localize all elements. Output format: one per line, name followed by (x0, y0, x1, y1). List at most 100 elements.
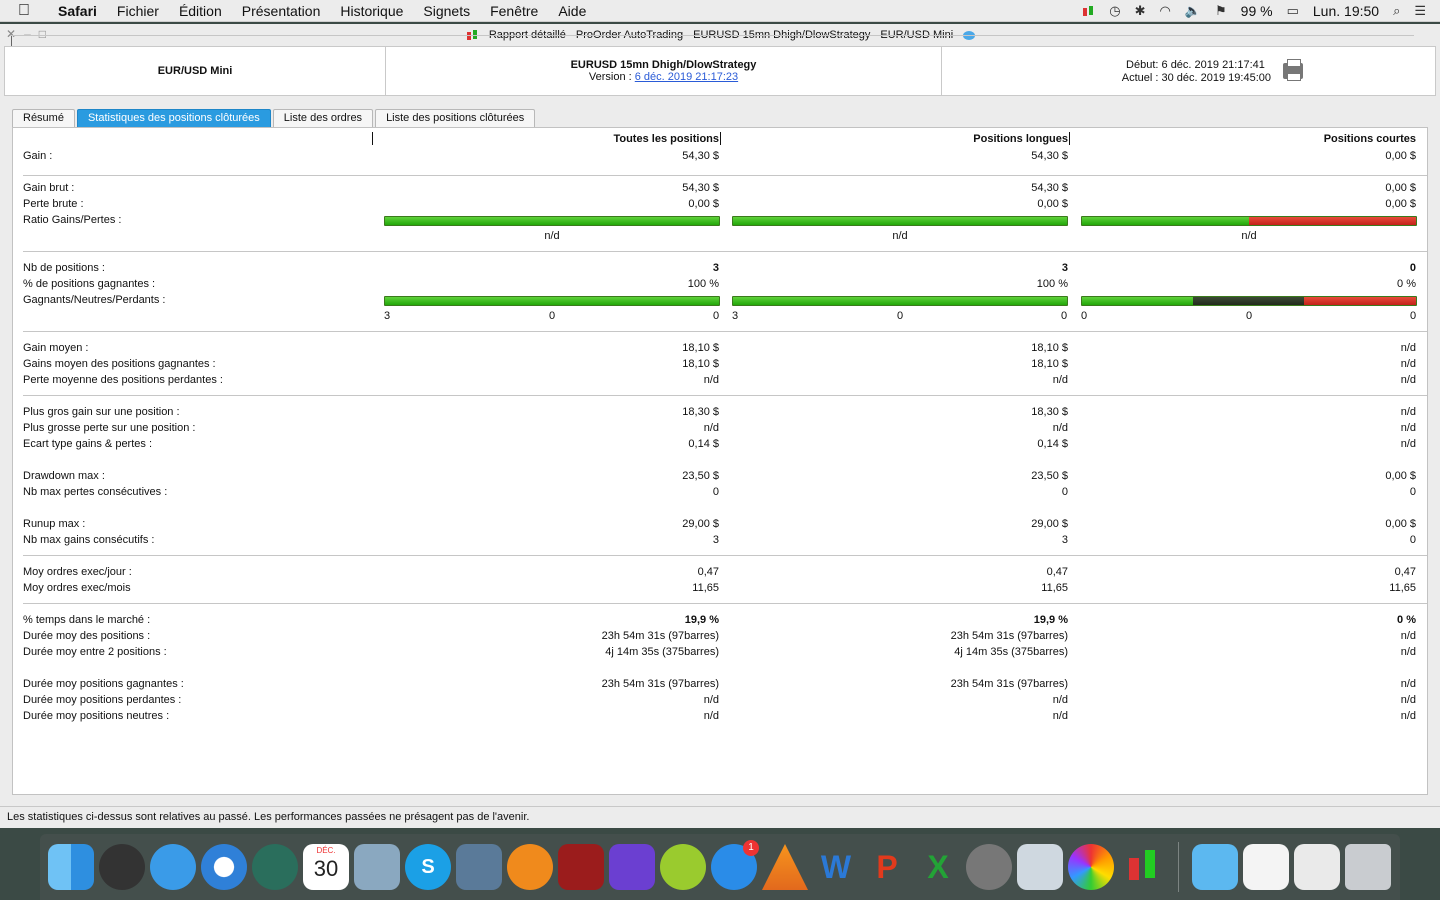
applications-folder-icon[interactable] (1192, 844, 1238, 890)
vlc-icon[interactable] (762, 844, 808, 890)
stat-value: 0 (1409, 262, 1416, 274)
menu-aide[interactable]: Aide (548, 0, 596, 22)
bluetooth-icon[interactable]: ✱ (1135, 3, 1146, 19)
preview-eagle-icon[interactable] (354, 844, 400, 890)
messages-icon[interactable] (150, 844, 196, 890)
stat-label: Ratio Gains/Pertes : (23, 214, 122, 226)
column-divider[interactable] (372, 132, 373, 145)
version-link[interactable]: 6 déc. 2019 21:17:23 (635, 71, 738, 83)
neutral-count: 0 (549, 310, 556, 322)
stat-value: 23h 54m 31s (97barres) (601, 630, 719, 642)
ratio-bar-gain-segment (1082, 217, 1249, 225)
system-preferences-icon[interactable] (966, 844, 1012, 890)
dashboard-icon[interactable] (99, 844, 145, 890)
powerpoint-icon[interactable]: P (864, 844, 910, 890)
spotlight-icon[interactable]: ⌕ (1393, 3, 1400, 19)
print-icon[interactable] (1283, 59, 1303, 81)
stat-label: Plus gros gain sur une position : (23, 406, 180, 418)
alarm-clock-icon[interactable] (660, 844, 706, 890)
time-machine-icon[interactable]: ◷ (1109, 3, 1120, 19)
ratio-value: n/d (1241, 230, 1257, 242)
battery-icon[interactable]: ▭ (1287, 3, 1299, 19)
image-capture-icon[interactable] (456, 844, 502, 890)
stat-value: 29,00 $ (682, 518, 719, 530)
tab-statistiques[interactable]: Statistiques des positions clôturées (76, 109, 271, 127)
clock[interactable]: Lun. 19:50 (1313, 3, 1379, 19)
imovie-icon[interactable] (609, 844, 655, 890)
menu-fenetre[interactable]: Fenêtre (480, 0, 548, 22)
documents-stack-icon[interactable] (1294, 844, 1340, 890)
stat-value: n/d (703, 710, 719, 722)
col-courtes[interactable]: Positions courtes (1216, 133, 1416, 145)
stat-label: Durée moy entre 2 positions : (23, 646, 167, 658)
stat-value: 0 (712, 486, 719, 498)
stat-value: 0 % (1397, 614, 1416, 626)
downloads-stack-icon[interactable] (1243, 844, 1289, 890)
stat-label: Perte moyenne des positions perdantes : (23, 374, 223, 386)
books-icon[interactable] (507, 844, 553, 890)
preview-icon[interactable] (1017, 844, 1063, 890)
tab-resume[interactable]: Résumé (12, 109, 75, 127)
stat-label: % de positions gagnantes : (23, 278, 156, 290)
trash-icon[interactable] (1345, 844, 1391, 890)
column-divider[interactable] (1069, 132, 1070, 145)
prorealtime-status-icon[interactable] (1081, 5, 1095, 17)
skype-icon[interactable]: S (405, 844, 451, 890)
stat-value: 29,00 $ (1031, 518, 1068, 530)
stat-label: Durée moy positions gagnantes : (23, 678, 184, 690)
stat-value: 18,10 $ (682, 342, 719, 354)
stat-value: 0,14 $ (688, 438, 719, 450)
word-icon[interactable]: W (813, 844, 859, 890)
calendar-icon[interactable]: DÉC. 30 (303, 844, 349, 890)
menu-presentation[interactable]: Présentation (232, 0, 331, 22)
column-divider[interactable] (720, 132, 721, 145)
menu-signets[interactable]: Signets (413, 0, 480, 22)
ratio-bar (1081, 216, 1417, 226)
safari-icon[interactable] (201, 844, 247, 890)
stat-row-nb-gains-consec: Nb max gains consécutifs : 3 3 0 (13, 532, 1427, 548)
stat-label: Ecart type gains & pertes : (23, 438, 153, 450)
stat-row-moy-exec-mois: Moy ordres exec/mois 11,65 11,65 11,65 (13, 580, 1427, 596)
dock: DÉC. 30 S 1 W P X (40, 834, 1400, 900)
stat-value: 0,00 $ (1385, 470, 1416, 482)
photo-booth-icon[interactable] (558, 844, 604, 890)
stat-label: Gains moyen des positions gagnantes : (23, 358, 216, 370)
stat-value: 54,30 $ (682, 182, 719, 194)
col-toutes[interactable]: Toutes les positions (519, 133, 719, 145)
prorealtime-icon[interactable] (1119, 844, 1165, 890)
stat-value: 23h 54m 31s (97barres) (950, 630, 1068, 642)
winners-neutral-losers-bar (1081, 296, 1417, 306)
stat-value: 54,30 $ (1031, 182, 1068, 194)
stat-value: n/d (1052, 422, 1068, 434)
col-longues[interactable]: Positions longues (868, 133, 1068, 145)
flag-icon[interactable]: ⚑ (1215, 3, 1227, 19)
stat-value: 3 (1061, 534, 1068, 546)
time-machine-dock-icon[interactable] (252, 844, 298, 890)
stat-value: 0,14 $ (1037, 438, 1068, 450)
calendar-day: 30 (313, 856, 339, 881)
apple-icon[interactable]:  (0, 2, 48, 20)
disclaimer-text: Les statistiques ci-dessus sont relative… (7, 811, 530, 823)
notification-center-icon[interactable]: ☰ (1414, 3, 1426, 19)
strategy-info: EURUSD 15mn Dhigh/DlowStrategy Version :… (386, 47, 942, 95)
volume-icon[interactable]: 🔈 (1185, 3, 1201, 19)
tab-liste-ordres[interactable]: Liste des ordres (272, 109, 374, 127)
wifi-icon[interactable]: ◠ (1159, 3, 1170, 19)
app-store-icon[interactable]: 1 (711, 840, 759, 890)
menu-safari[interactable]: Safari (48, 0, 107, 22)
photos-icon[interactable] (1068, 844, 1114, 890)
stat-row-drawdown: Drawdown max : 23,50 $ 23,50 $ 0,00 $ (13, 468, 1427, 484)
finder-icon[interactable] (48, 844, 94, 890)
disclaimer-bar: Les statistiques ci-dessus sont relative… (0, 806, 1440, 828)
window-titlebar: ✕ ‒ □ Rapport détaillé | ProOrder AutoTr… (0, 24, 1440, 47)
menu-edition[interactable]: Édition (169, 0, 232, 22)
stat-row-pct-gagnantes: % de positions gagnantes : 100 % 100 % 0 % (13, 276, 1427, 292)
stat-value: n/d (703, 374, 719, 386)
tab-liste-positions[interactable]: Liste des positions clôturées (375, 109, 536, 127)
menu-fichier[interactable]: Fichier (107, 0, 169, 22)
stat-row-perte-moy-perdantes: Perte moyenne des positions perdantes : n… (13, 372, 1427, 388)
stat-value: n/d (1400, 694, 1416, 706)
excel-icon[interactable]: X (915, 844, 961, 890)
stat-value: n/d (703, 422, 719, 434)
menu-historique[interactable]: Historique (330, 0, 413, 22)
